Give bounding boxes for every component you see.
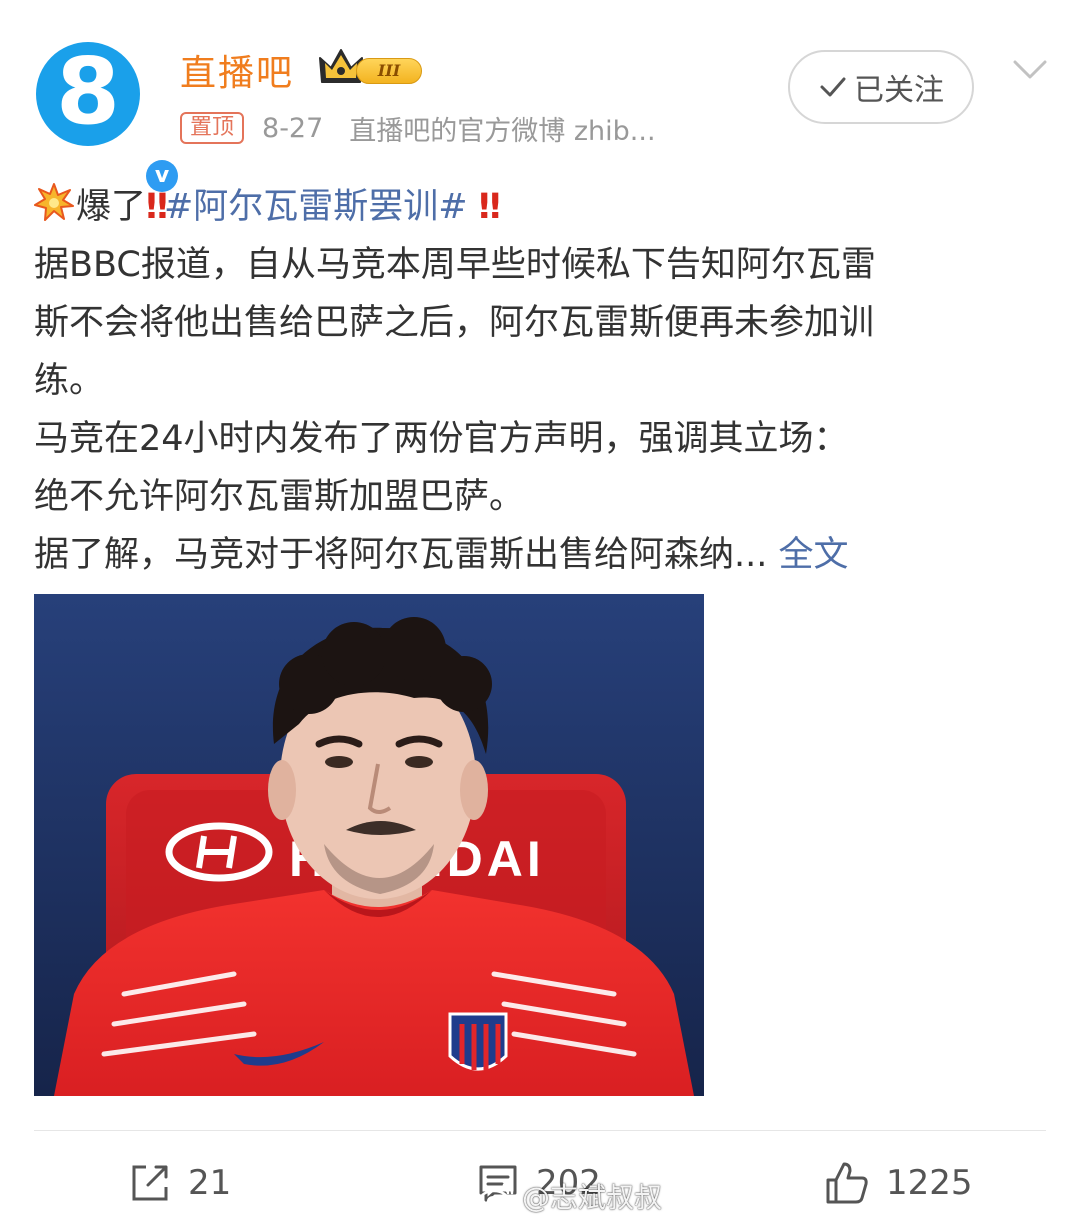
thumbs-up-icon [826,1162,868,1204]
like-count: 1225 [886,1163,973,1203]
post-line-7-text: 据了解，马竞对于将阿尔瓦雷斯出售给阿森纳... [34,535,768,575]
post-meta: 置顶 8-27 直播吧的官方微博 zhib... [180,110,656,147]
weibo-post: 8 v 直播吧 III 已关注 置顶 8-27 直播吧的官方微博 zhib... [0,0,1080,1225]
post-photo[interactable]: HYUNDAI [34,594,704,1096]
post-text: 爆了‼#阿尔瓦雷斯罢训# ‼ 据BBC报道，自从马竞本周早些时候私下告知阿尔瓦雷… [34,178,1054,584]
vip-level-label: III [356,58,422,84]
weibo-logo-icon [478,1183,514,1211]
post-source: 直播吧的官方微博 zhib... [349,115,656,147]
double-exclamation-icon: ‼ [146,187,168,227]
photo-illustration: HYUNDAI [34,594,704,1096]
pinned-tag: 置顶 [180,112,245,144]
double-exclamation-icon: ‼ [478,187,501,227]
repost-icon [132,1165,168,1201]
watermark-text: @志斌叔叔 [522,1181,663,1214]
username-link[interactable]: 直播吧 [180,44,294,96]
post-line-6: 绝不允许阿尔瓦雷斯加盟巴萨。 [34,477,525,517]
post-line-2: 据BBC报道，自从马竞本周早些时候私下告知阿尔瓦雷 [34,245,876,285]
post-line-1: 爆了‼#阿尔瓦雷斯罢训# ‼ [34,178,1054,236]
divider [34,1130,1046,1131]
post-date: 8-27 [262,112,324,144]
hashtag-link[interactable]: #阿尔瓦雷斯罢训# [164,187,468,227]
repost-button[interactable]: 21 [128,1158,231,1208]
avatar-logo-glyph: 8 [55,38,120,145]
avatar-circle: 8 [36,42,140,146]
post-line-5: 马竞在24小时内发布了两份官方声明，强调其立场： [34,419,849,459]
following-label: 已关注 [854,73,944,108]
vip-level-badge[interactable]: III [318,46,424,88]
post-line-7: 据了解，马竞对于将阿尔瓦雷斯出售给阿森纳... 全文 [34,526,1054,584]
check-icon [820,77,846,97]
watermark: @志斌叔叔 [478,1176,662,1216]
chevron-down-icon[interactable] [1012,58,1048,82]
full-text-link[interactable]: 全文 [779,535,849,575]
post-line-4: 练。 [34,361,105,401]
avatar[interactable]: 8 v [36,42,182,196]
following-button[interactable]: 已关注 [788,50,974,124]
post-line-3: 斯不会将他出售给巴萨之后，阿尔瓦雷斯便再未参加训 [34,303,875,343]
explosion-emoji-icon [34,183,74,221]
post-line-1-prefix: 爆了 [76,187,147,227]
like-button[interactable]: 1225 [824,1158,973,1208]
repost-count: 21 [188,1163,232,1203]
